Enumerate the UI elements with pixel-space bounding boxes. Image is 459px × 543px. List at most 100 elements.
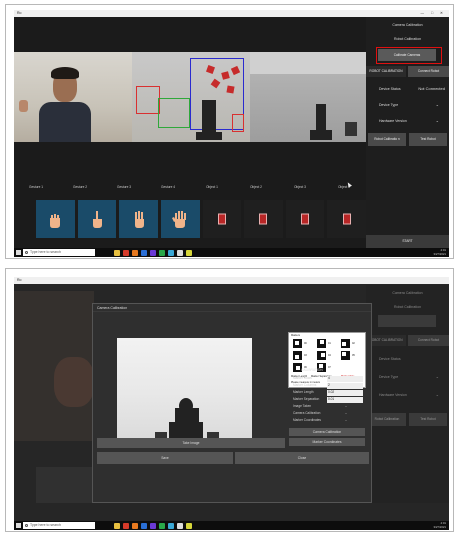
detection-box-red	[232, 114, 244, 132]
camera-calibration-button[interactable]: Camera Calibration	[289, 428, 365, 436]
marker-rows-input[interactable]: 4	[327, 376, 363, 382]
status-label: Marker Coordinates	[293, 418, 321, 422]
robot-arm-image	[345, 122, 357, 136]
robot-calibration-button[interactable]: Robot Calibration	[368, 413, 406, 426]
save-button[interactable]: Save	[97, 452, 233, 464]
gesture-tile-4[interactable]	[160, 200, 200, 238]
app-icon[interactable]	[132, 522, 138, 529]
label-object-3: Object 3	[294, 185, 306, 189]
object-tile-3[interactable]	[285, 200, 325, 238]
control-panel: Camera Calibration Robot Calibration Cal…	[366, 17, 449, 248]
marker-separation-row: Marker Separation 0.01	[293, 397, 363, 403]
robot-calibration-button[interactable]: Robot Calibratio n	[368, 133, 406, 146]
marker-columns-input[interactable]: 2	[327, 383, 363, 389]
camera-calibration-status-row: Camera Calibration --	[293, 411, 363, 417]
app-icon[interactable]	[159, 249, 165, 256]
device-type-dropdown[interactable]: Device Type ⌄	[366, 99, 449, 111]
search-icon	[25, 523, 28, 527]
robot-arm-image	[202, 100, 216, 136]
gesture-tile-3[interactable]	[119, 200, 158, 238]
hardware-version-dropdown[interactable]: Hardware Version ⌄	[366, 389, 449, 401]
device-type-label: Device Type	[379, 103, 399, 107]
marker-separation-input[interactable]: 0.01	[327, 397, 363, 403]
windows-taskbar: Type here to search 4:01 3/27/2021	[14, 248, 449, 257]
camera-preview	[117, 338, 252, 448]
windows-start-icon[interactable]	[16, 523, 21, 528]
clock-date: 3/27/2021	[433, 524, 446, 529]
label-gesture-1: Gesture 1	[29, 185, 43, 189]
object-tile-1[interactable]	[202, 200, 242, 238]
system-clock[interactable]: 4:01 3/27/2021	[433, 521, 446, 529]
hardware-version-dropdown[interactable]: Hardware Version ⌄	[366, 115, 449, 127]
highlight-box	[376, 47, 442, 64]
app-icon[interactable]	[141, 249, 147, 256]
close-button[interactable]: Close	[235, 452, 369, 464]
gesture-tile-1[interactable]	[36, 200, 75, 238]
aruco-marker	[341, 351, 350, 360]
aruco-marker	[293, 339, 302, 348]
marker-columns-row: Marker Columns 2	[293, 383, 363, 389]
device-status-row: Device Status Not Connected	[366, 83, 449, 95]
open-hand-icon	[172, 211, 187, 228]
app-icon[interactable]	[177, 522, 183, 529]
device-status-row: Device Status	[366, 353, 449, 365]
taskbar-search-input[interactable]: Type here to search	[23, 249, 95, 256]
taskbar-search-placeholder: Type here to search	[30, 523, 61, 527]
label-gesture-2: Gesture 2	[73, 185, 87, 189]
object-tile-2[interactable]	[244, 200, 283, 238]
windows-start-icon[interactable]	[16, 250, 21, 255]
taskbar-search-input[interactable]: Type here to search	[23, 522, 95, 529]
system-clock[interactable]: 4:01 3/27/2021	[434, 248, 446, 256]
take-image-button[interactable]: Take Image	[97, 438, 285, 448]
file-explorer-icon[interactable]	[114, 249, 120, 256]
app-icon[interactable]	[132, 249, 138, 256]
app-icon[interactable]	[150, 249, 156, 256]
status-label: Image Taken	[293, 404, 312, 408]
window-controls[interactable]: — □ ✕	[421, 10, 447, 17]
object-tile-4[interactable]	[327, 200, 366, 238]
hand-image	[19, 100, 28, 112]
pointing-hand-icon	[92, 211, 102, 228]
robot-calibration-tab[interactable]: ROBOT CALIBRATION	[366, 335, 406, 346]
person-image	[39, 67, 91, 142]
test-robot-button[interactable]: Test Robot	[409, 413, 447, 426]
gesture-tile-2[interactable]	[77, 200, 117, 238]
status-label: Camera Calibration	[293, 411, 321, 415]
status-value: --	[345, 411, 348, 415]
device-status-value: Not Connected	[418, 86, 445, 91]
app-icon[interactable]	[168, 522, 174, 529]
marker-coordinates-button[interactable]: Marker Coordinates	[289, 438, 365, 446]
marker-id: 01	[328, 342, 331, 345]
marker-rows-row: Marker Rows 4	[293, 376, 363, 382]
app-icon[interactable]	[150, 522, 156, 529]
connect-robot-button[interactable]: Connect Robot	[408, 66, 449, 77]
robot-arm-image	[316, 104, 326, 132]
marker-id: 03	[304, 354, 307, 357]
app-icon[interactable]	[141, 522, 147, 529]
app-icon[interactable]	[177, 249, 183, 256]
camera-calibration-header: Camera Calibration	[392, 291, 423, 295]
connect-robot-button[interactable]: Connect Robot	[408, 335, 449, 346]
calibrate-cameras-button[interactable]	[378, 315, 436, 327]
start-button[interactable]: START	[366, 235, 449, 248]
test-robot-button[interactable]: Test Robot	[409, 133, 447, 146]
app-icon[interactable]	[123, 522, 129, 529]
search-icon	[25, 250, 28, 254]
app-icon[interactable]	[186, 249, 192, 256]
marker-panel-title: Markers	[291, 334, 301, 337]
app-icon[interactable]	[186, 522, 192, 529]
device-type-dropdown[interactable]: Device Type ⌄	[366, 371, 449, 383]
field-label: Marker Rows	[293, 376, 312, 380]
file-explorer-icon[interactable]	[114, 522, 120, 529]
marker-length-input[interactable]: 0.02	[327, 390, 363, 396]
hardware-version-label: Hardware Version	[379, 119, 407, 123]
aruco-marker	[341, 339, 350, 348]
app-icon[interactable]	[168, 249, 174, 256]
device-type-label: Device Type	[379, 375, 399, 379]
robot-calibration-tab[interactable]: ROBOT CALIBRATION	[366, 66, 406, 77]
app-icon[interactable]	[123, 249, 129, 256]
calibration-header: CALIBRATION	[301, 368, 323, 372]
robot-base-image	[196, 132, 222, 140]
object-card-icon	[301, 213, 310, 225]
app-icon[interactable]	[159, 522, 165, 529]
